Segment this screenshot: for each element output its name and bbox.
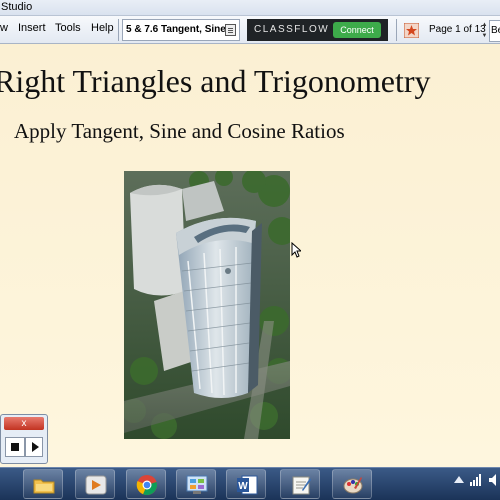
slide-title: Right Triangles and Trigonometry [0,63,431,99]
menu-insert[interactable]: Insert [18,22,46,34]
network-icon[interactable] [470,474,482,486]
menu-view[interactable]: w [0,22,8,34]
page-indicator: Page 1 of 13 [429,24,486,35]
control-panel-icon [186,475,208,494]
taskbar-chrome[interactable] [126,469,166,499]
taskbar-control-panel[interactable] [176,469,216,499]
slide-subtitle: Apply Tangent, Sine and Cosine Ratios [14,119,345,143]
play-icon[interactable] [25,437,43,457]
recorder-close-button[interactable]: x [4,417,44,430]
volume-icon[interactable] [489,474,500,486]
classflow-logo: CLASSFLOW [254,24,330,35]
window-title: Studio [1,1,33,13]
document-title-box[interactable]: 5 & 7.6 Tangent, Sine [122,19,240,41]
slide-canvas: Right Triangles and Trigonometry Apply T… [0,45,500,467]
taskbar-word[interactable]: W [226,469,266,499]
building-photo [124,171,290,439]
toolbar-truncated-button[interactable]: Be [489,20,500,42]
svg-text:W: W [238,481,248,492]
recorder-toolbar: x [0,414,48,464]
mouse-cursor-icon [291,242,301,258]
page-up-icon[interactable]: ▲ [480,20,489,31]
taskbar-file-explorer[interactable] [23,469,63,499]
document-list-icon[interactable] [225,24,236,36]
menu-help[interactable]: Help [91,22,114,34]
menu-divider [118,19,119,41]
window-title-bar: Studio [0,0,500,16]
page-flag-icon[interactable] [404,23,419,38]
page-spinner[interactable]: ▲ ▼ [480,20,489,42]
taskbar-paint[interactable] [332,469,372,499]
toolbar-divider [396,19,397,41]
paint-icon [343,477,363,494]
tray-expand-icon[interactable] [454,476,464,483]
document-title: 5 & 7.6 Tangent, Sine [126,24,226,35]
windows-taskbar: W [0,467,500,500]
classflow-bar: CLASSFLOW Connect [247,19,388,41]
word-icon: W [237,475,258,495]
file-explorer-icon [33,479,55,494]
recorder-controls [3,437,45,457]
media-player-icon [85,475,107,495]
menu-tools[interactable]: Tools [55,22,81,34]
taskbar-notepad[interactable] [280,469,320,499]
classflow-connect-button[interactable]: Connect [333,22,381,38]
taskbar-media-player[interactable] [75,469,115,499]
page-down-icon[interactable]: ▼ [480,31,489,42]
notepad-icon [292,476,311,495]
stop-icon[interactable] [5,437,25,457]
chrome-icon [136,475,157,496]
